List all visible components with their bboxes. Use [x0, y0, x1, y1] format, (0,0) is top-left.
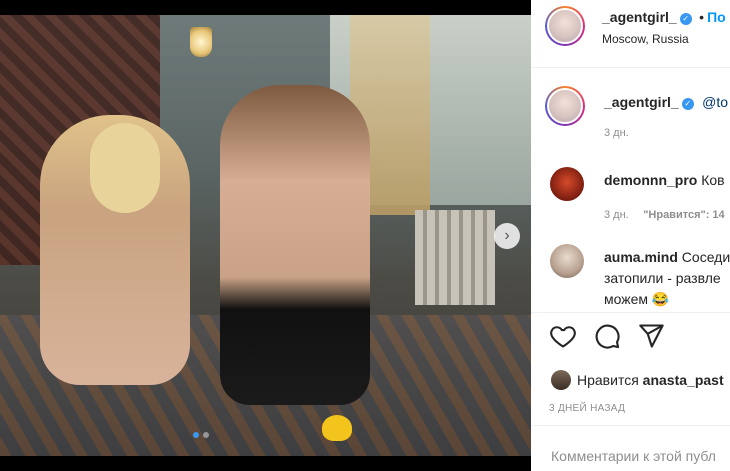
person-right: [220, 85, 370, 405]
carousel-dot: [203, 432, 209, 438]
comment-input-placeholder[interactable]: Комментарии к этой публ: [551, 448, 716, 464]
separator-dot: •: [699, 9, 705, 25]
liker-username[interactable]: anasta_past: [643, 372, 724, 388]
comment-text-line: можем 😂: [604, 291, 670, 307]
wall-lamp: [190, 27, 212, 57]
caption-author-avatar[interactable]: [545, 86, 585, 126]
add-comment-area[interactable]: Комментарии к этой публ: [531, 425, 730, 471]
chevron-right-icon: ›: [504, 227, 510, 244]
verified-badge-icon: ✓: [681, 98, 694, 110]
comment-1: demonnn_pro Ков: [604, 172, 725, 188]
next-slide-button[interactable]: ›: [494, 223, 520, 249]
carousel-indicator: [193, 432, 209, 438]
comment-avatar[interactable]: [550, 167, 584, 201]
person-left-hair: [90, 123, 160, 213]
comment-username[interactable]: auma.mind: [604, 249, 678, 265]
paper-plane-icon[interactable]: [637, 322, 665, 350]
comment-1-meta: 3 дн. "Нравится": 14: [604, 205, 725, 223]
post-actions: [531, 312, 730, 362]
follow-button[interactable]: По: [707, 9, 726, 25]
likes-prefix: Нравится: [577, 372, 639, 388]
comment-text-line: затопили - развле: [604, 270, 721, 286]
post-photo[interactable]: [0, 15, 531, 456]
caption: _agentgirl_ ✓ @to: [604, 94, 728, 112]
post-location[interactable]: Moscow, Russia: [602, 32, 689, 46]
rubber-duck: [322, 415, 352, 441]
carousel-dot-active: [193, 432, 199, 438]
comment-username[interactable]: demonnn_pro: [604, 172, 697, 188]
likes-summary: Нравится anasta_past: [551, 370, 724, 390]
caption-username[interactable]: _agentgirl_: [604, 94, 679, 110]
comment-2: auma.mind Соседи затопили - развле можем…: [604, 247, 730, 310]
post-details-panel: _agentgirl_ ✓ • По Moscow, Russia _agentgi…: [531, 0, 730, 471]
caption-mention[interactable]: @to: [702, 94, 728, 110]
comment-likes[interactable]: "Нравится": 14: [643, 209, 724, 221]
comment-text: Ков: [701, 172, 725, 188]
heart-icon[interactable]: [549, 322, 577, 350]
liker-avatar[interactable]: [551, 370, 571, 390]
post-date[interactable]: 3 ДНЕЙ НАЗАД: [549, 403, 625, 414]
comment-text-line: Соседи: [681, 249, 730, 265]
post-header: _agentgirl_ ✓ • По Moscow, Russia: [531, 0, 730, 68]
comment-time[interactable]: 3 дн.: [604, 209, 629, 221]
caption-time[interactable]: 3 дн.: [604, 127, 629, 139]
author-username[interactable]: _agentgirl_: [602, 9, 677, 25]
radiator: [415, 210, 495, 305]
speech-bubble-icon[interactable]: [593, 322, 621, 350]
verified-badge-icon: ✓: [679, 13, 692, 25]
author-avatar[interactable]: [545, 6, 585, 46]
comment-avatar[interactable]: [550, 244, 584, 278]
